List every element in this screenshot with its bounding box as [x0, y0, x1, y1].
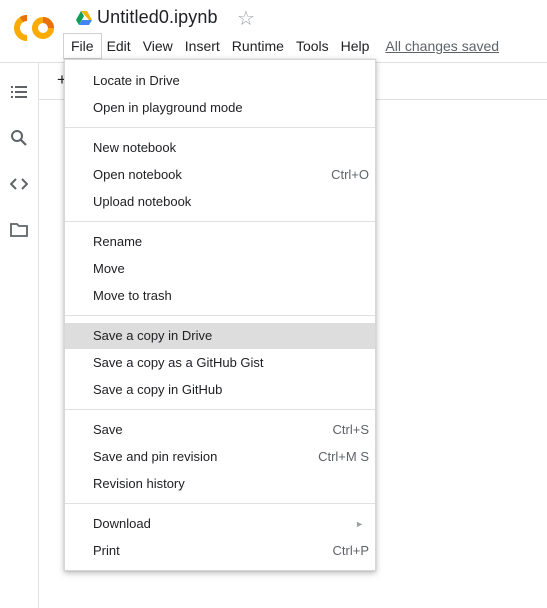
menu-file[interactable]: File	[64, 34, 101, 58]
menubar: File Edit View Insert Runtime Tools Help…	[64, 34, 499, 58]
menu-item-save-copy-drive[interactable]: Save a copy in Drive	[65, 323, 375, 349]
menu-divider	[65, 221, 375, 222]
colab-logo-icon[interactable]	[13, 14, 57, 42]
menu-item-print[interactable]: Print Ctrl+P	[65, 538, 375, 564]
menu-tools[interactable]: Tools	[290, 34, 335, 58]
menu-insert[interactable]: Insert	[179, 34, 226, 58]
notebook-title[interactable]: Untitled0.ipynb	[97, 7, 218, 28]
menu-item-locate-in-drive[interactable]: Locate in Drive	[65, 68, 375, 94]
code-icon[interactable]	[10, 175, 28, 193]
menu-divider	[65, 127, 375, 128]
menu-item-revision-history[interactable]: Revision history	[65, 471, 375, 497]
menu-item-save-pin-revision[interactable]: Save and pin revision Ctrl+M S	[65, 444, 375, 470]
menu-divider	[65, 503, 375, 504]
google-drive-icon[interactable]	[76, 11, 92, 25]
menu-item-save-copy-github[interactable]: Save a copy in GitHub	[65, 377, 375, 403]
menu-view[interactable]: View	[137, 34, 179, 58]
save-status-link[interactable]: All changes saved	[385, 38, 499, 54]
file-menu-dropdown: Locate in Drive Open in playground mode …	[64, 59, 376, 571]
shortcut-label: Ctrl+O	[331, 167, 369, 182]
folder-icon[interactable]	[10, 221, 28, 239]
menu-item-open-playground[interactable]: Open in playground mode	[65, 95, 375, 121]
shortcut-label: Ctrl+P	[332, 543, 369, 558]
shortcut-label: Ctrl+S	[332, 422, 369, 437]
star-icon[interactable]: ☆	[237, 6, 255, 31]
menu-divider	[65, 409, 375, 410]
menu-item-save[interactable]: Save Ctrl+S	[65, 417, 375, 443]
header: Untitled0.ipynb ☆ File Edit View Insert …	[0, 0, 547, 63]
menu-item-new-notebook[interactable]: New notebook	[65, 135, 375, 161]
colab-window: Untitled0.ipynb ☆ File Edit View Insert …	[0, 0, 547, 608]
search-icon[interactable]	[10, 129, 28, 147]
menu-edit[interactable]: Edit	[101, 34, 137, 58]
submenu-arrow-icon: ►	[355, 519, 364, 529]
menu-runtime[interactable]: Runtime	[226, 34, 290, 58]
menu-item-move[interactable]: Move	[65, 256, 375, 282]
menu-divider	[65, 315, 375, 316]
menu-item-save-copy-gist[interactable]: Save a copy as a GitHub Gist	[65, 350, 375, 376]
menu-item-upload-notebook[interactable]: Upload notebook	[65, 189, 375, 215]
shortcut-label: Ctrl+M S	[318, 449, 369, 464]
menu-item-open-notebook[interactable]: Open notebook Ctrl+O	[65, 162, 375, 188]
toc-icon[interactable]	[10, 83, 28, 101]
menu-item-rename[interactable]: Rename	[65, 229, 375, 255]
menu-item-move-to-trash[interactable]: Move to trash	[65, 283, 375, 309]
menu-item-download[interactable]: Download ►	[65, 511, 375, 537]
left-sidebar	[0, 63, 39, 608]
menu-help[interactable]: Help	[335, 34, 376, 58]
